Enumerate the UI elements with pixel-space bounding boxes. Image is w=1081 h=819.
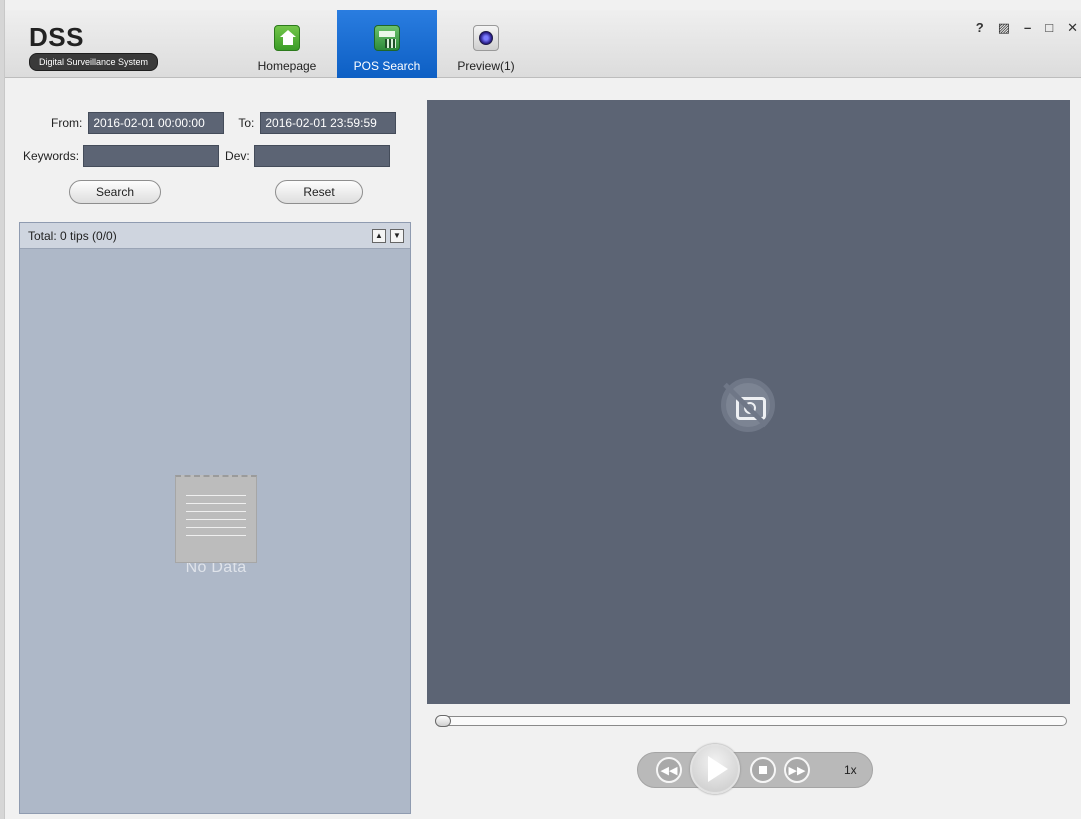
tab-pos-search-label: POS Search [353, 59, 421, 73]
keywords-label: Keywords: [23, 149, 80, 163]
scroll-up-icon[interactable]: ▲ [372, 229, 386, 243]
search-button[interactable]: Search [69, 180, 161, 204]
stop-icon [759, 766, 767, 774]
tab-homepage[interactable]: Homepage [250, 10, 324, 78]
tab-preview-label: Preview(1) [457, 59, 515, 73]
empty-state: No Data [174, 475, 258, 577]
app-logo: DSS Digital Surveillance System [29, 24, 189, 71]
logo-title: DSS [29, 22, 84, 52]
tab-preview[interactable]: Preview(1) [451, 10, 521, 78]
from-datetime-field[interactable] [88, 112, 225, 134]
dev-label: Dev: [225, 149, 250, 163]
keywords-row: Keywords: Dev: [23, 145, 390, 167]
from-row: From: To: [51, 112, 397, 134]
stop-button[interactable] [750, 757, 776, 783]
playback-speed[interactable]: 1x [844, 763, 857, 777]
tab-pos-search[interactable]: POS Search [337, 10, 437, 78]
rewind-button[interactable]: ◀◀ [656, 757, 682, 783]
results-header: Total: 0 tips (0/0) ▲ ▼ [20, 223, 410, 249]
minimize-icon[interactable]: – [1024, 20, 1031, 36]
fast-forward-button[interactable]: ▶▶ [784, 757, 810, 783]
pos-icon [374, 25, 400, 51]
play-button[interactable] [690, 744, 740, 794]
results-total: Total: 0 tips (0/0) [28, 228, 117, 243]
play-icon [708, 756, 728, 782]
dev-input[interactable] [253, 145, 390, 167]
logo-subtitle: Digital Surveillance System [29, 53, 159, 71]
app-window: DSS Digital Surveillance System Homepage… [4, 0, 1081, 819]
from-label: From: [51, 116, 83, 130]
home-icon [274, 25, 300, 51]
keywords-input[interactable] [83, 145, 220, 167]
lock-icon[interactable]: ▨ [998, 20, 1010, 36]
window-controls: ? ▨ – □ ✕ [976, 20, 1078, 36]
to-datetime-field[interactable] [260, 112, 397, 134]
video-viewport[interactable] [427, 100, 1070, 704]
document-icon [175, 475, 257, 563]
help-icon[interactable]: ? [976, 20, 984, 36]
reset-button[interactable]: Reset [275, 180, 363, 204]
to-label: To: [238, 116, 255, 130]
close-icon[interactable]: ✕ [1067, 20, 1078, 36]
maximize-icon[interactable]: □ [1045, 20, 1053, 36]
playback-controls: ◀◀ ▶▶ 1x [637, 744, 873, 794]
progress-handle[interactable] [435, 715, 451, 727]
scroll-down-icon[interactable]: ▼ [390, 229, 404, 243]
top-navigation-bar: DSS Digital Surveillance System Homepage… [5, 10, 1081, 78]
results-panel: Total: 0 tips (0/0) ▲ ▼ No Data [19, 222, 411, 814]
playback-progress-bar[interactable] [435, 715, 1067, 727]
tab-homepage-label: Homepage [257, 59, 317, 73]
camera-lens-icon [473, 25, 499, 51]
